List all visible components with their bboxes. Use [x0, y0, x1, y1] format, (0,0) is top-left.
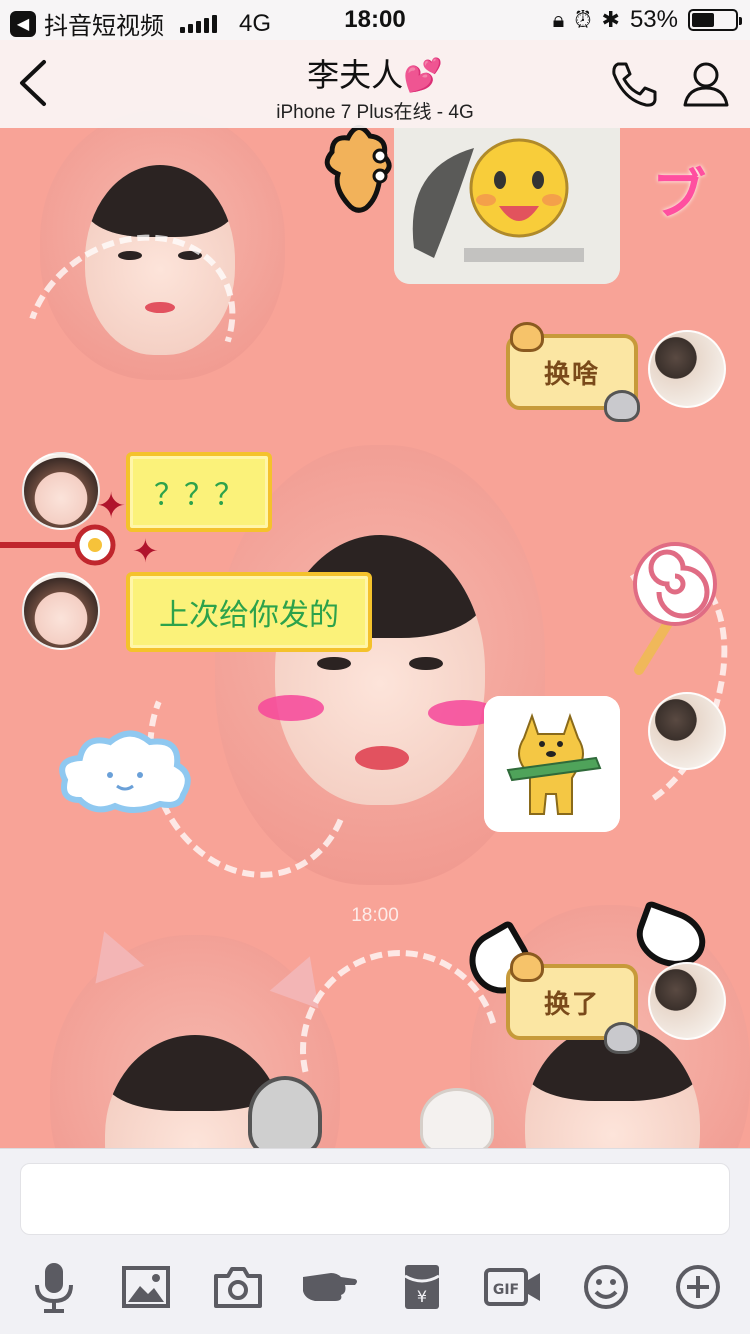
message-input[interactable]: [20, 1163, 730, 1235]
avatar-me[interactable]: [648, 962, 726, 1040]
gif-icon: GIF: [484, 1268, 540, 1306]
call-button[interactable]: [608, 60, 658, 108]
avatar-contact[interactable]: [22, 572, 100, 650]
microphone-icon: [35, 1263, 73, 1313]
svg-text:GIF: GIF: [493, 1282, 519, 1298]
cloud-icon: [55, 720, 195, 820]
avatar-me[interactable]: [648, 692, 726, 770]
input-area: ¥ GIF: [0, 1148, 750, 1334]
gingerbread-icon: [318, 118, 398, 218]
alarm-icon: ⏰︎: [574, 7, 592, 32]
cat-sticker-icon: [510, 322, 544, 352]
message-text: 换啥: [543, 358, 600, 389]
voice-button[interactable]: [28, 1261, 80, 1313]
phone-icon: [612, 62, 657, 107]
svg-text:¥: ¥: [417, 1287, 427, 1306]
contact-profile-button[interactable]: [682, 60, 730, 108]
image-message-emoji-sticker[interactable]: [394, 128, 620, 284]
image-message-doge-sticker[interactable]: [484, 696, 620, 832]
camera-button[interactable]: [212, 1261, 264, 1313]
white-hair-character: [420, 1088, 494, 1150]
battery-percent: 53%: [629, 6, 678, 33]
cat-sticker-icon: [604, 390, 640, 422]
message-timestamp: 18:00: [351, 905, 399, 926]
pink-katakana-decoration: ブ: [652, 165, 706, 225]
chat-navigation-bar: 李夫人💕 iPhone 7 Plus在线 - 4G: [0, 40, 750, 128]
emoji-icon: [584, 1265, 628, 1309]
poke-icon: [303, 1273, 357, 1301]
gif-button[interactable]: GIF: [484, 1261, 542, 1313]
orientation-lock-icon: 🔒︎: [552, 7, 565, 32]
poke-button[interactable]: [300, 1261, 360, 1313]
avatar-contact[interactable]: [22, 452, 100, 530]
emoji-button[interactable]: [580, 1261, 632, 1313]
red-packet-button[interactable]: ¥: [396, 1261, 448, 1313]
message-text: 上次给你发的: [159, 599, 339, 632]
message-text: 换了: [543, 988, 600, 1019]
plus-icon: [676, 1265, 720, 1309]
status-bar-right: 🔒︎ ⏰︎ ✱ 53%: [552, 6, 742, 34]
avatar-me[interactable]: [648, 330, 726, 408]
more-button[interactable]: [672, 1261, 724, 1313]
sparkle-icon: ✦: [132, 533, 159, 569]
status-bar: ◀ 抖音短视频 4G 18:00 🔒︎ ⏰︎ ✱ 53%: [0, 0, 750, 40]
person-icon: [683, 62, 729, 107]
camera-icon: [214, 1267, 262, 1308]
bluetooth-icon: ✱: [601, 7, 620, 32]
lollipop-icon: [625, 540, 725, 680]
cat-sticker-icon: [604, 1022, 640, 1054]
message-text: ？？？: [154, 479, 244, 512]
gray-cartoon-head: [248, 1076, 322, 1150]
photo-album-button[interactable]: [120, 1261, 172, 1313]
battery-icon: [688, 9, 742, 31]
red-packet-icon: ¥: [404, 1265, 440, 1309]
sparkle-icon: ✦: [96, 485, 127, 526]
image-icon: [122, 1266, 170, 1308]
text-message-bubble[interactable]: 上次给你发的: [126, 572, 372, 652]
battery-level: [692, 13, 715, 27]
text-message-bubble[interactable]: ？？？: [126, 452, 272, 532]
cat-sticker-icon: [510, 952, 544, 982]
